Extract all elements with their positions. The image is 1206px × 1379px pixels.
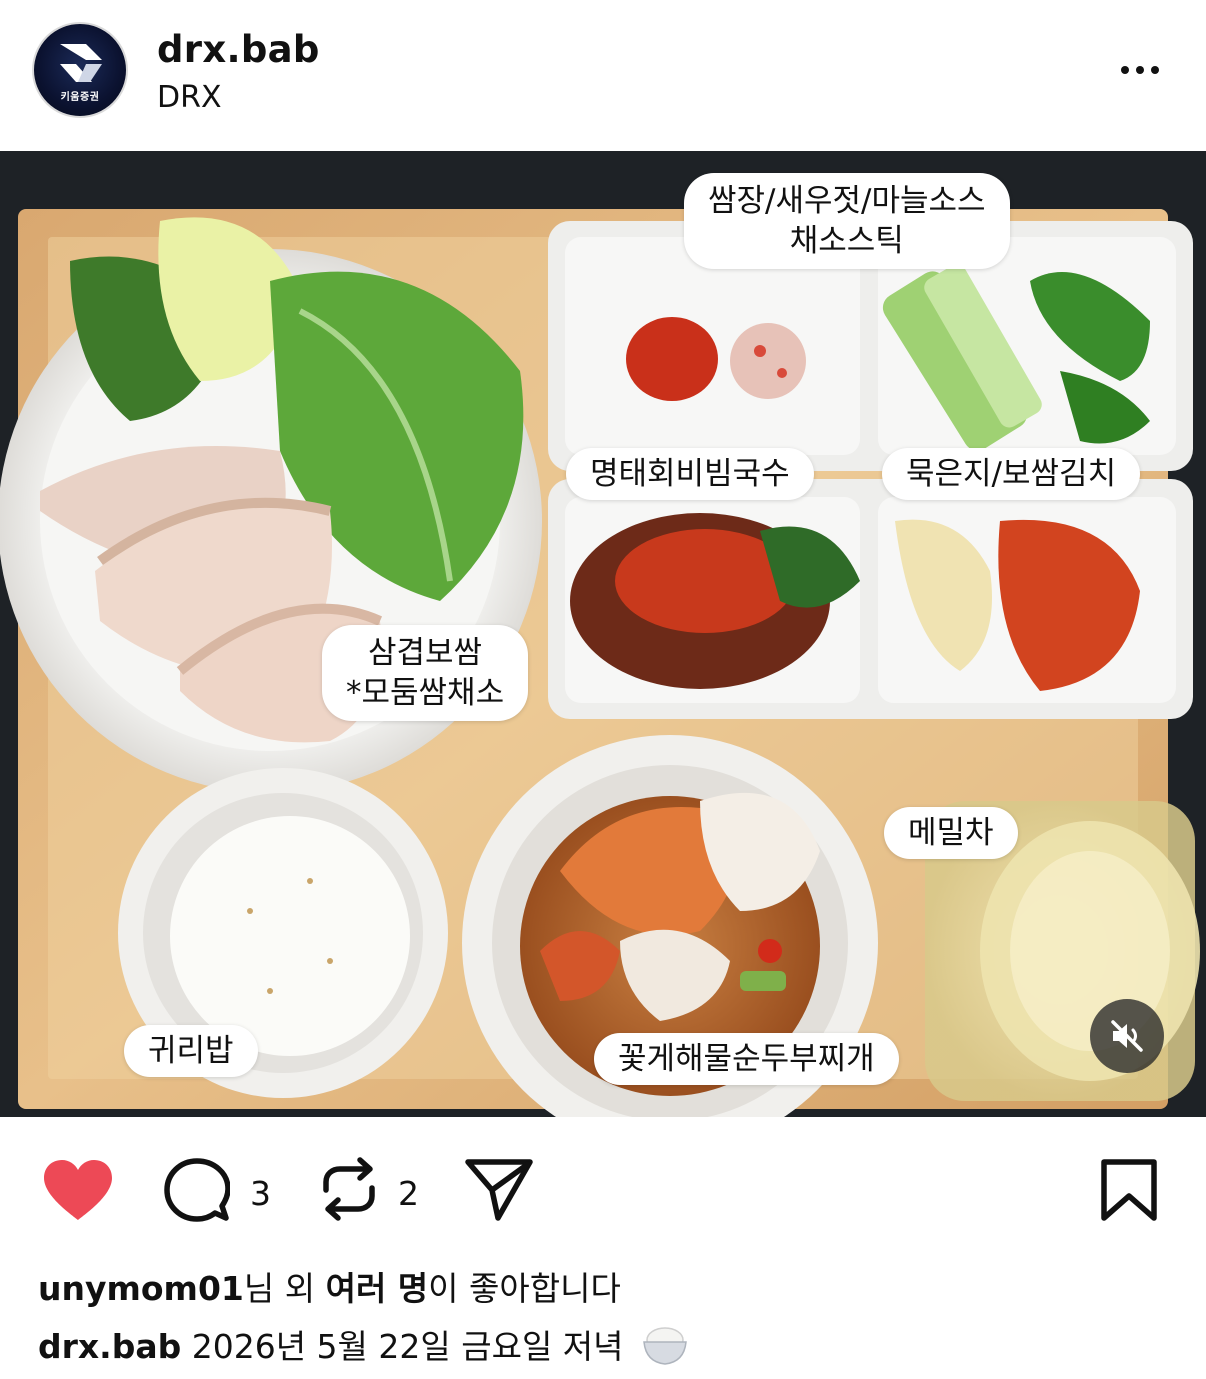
mute-button[interactable] xyxy=(1090,999,1164,1073)
like-button[interactable] xyxy=(42,1158,114,1226)
label-kimchi: 묵은지/보쌈김치 xyxy=(882,448,1141,500)
likes-mid-text: 님 외 xyxy=(243,1269,326,1308)
bookmark-icon xyxy=(1101,1159,1157,1221)
post-subtitle[interactable]: DRX xyxy=(157,80,222,115)
avatar[interactable]: 키움증권 xyxy=(32,22,128,118)
comment-count: 3 xyxy=(250,1174,271,1213)
repost-button[interactable] xyxy=(318,1156,380,1226)
send-paper-plane-icon xyxy=(465,1159,533,1221)
caption-text: 2026년 5월 22일 금요일 저녁 xyxy=(181,1327,624,1366)
liker-username[interactable]: unymom01 xyxy=(38,1269,244,1308)
post-caption: drx.bab 2026년 5월 22일 금요일 저녁 xyxy=(38,1320,688,1374)
avatar-caption: 키움증권 xyxy=(60,92,100,103)
label-rice: 귀리밥 xyxy=(124,1025,258,1077)
comment-bubble-icon xyxy=(164,1158,231,1222)
post-username[interactable]: drx.bab xyxy=(157,28,320,71)
post-actions: 3 2 xyxy=(0,1130,1206,1250)
label-tea: 메밀차 xyxy=(884,807,1018,859)
label-sauce: 쌈장/새우젓/마늘소스 채소스틱 xyxy=(684,173,1010,269)
repost-count: 2 xyxy=(398,1174,419,1213)
likes-tail-text: 이 좋아합니다 xyxy=(428,1269,621,1308)
heart-filled-icon xyxy=(44,1160,112,1220)
rice-bowl-emoji-icon xyxy=(642,1324,688,1374)
label-bossam: 삼겹보쌈 *모둠쌈채소 xyxy=(322,625,529,721)
label-stew: 꽃게해물순두부찌개 xyxy=(594,1033,899,1085)
more-horizontal-icon xyxy=(1121,66,1129,74)
post-photo[interactable]: 쌈장/새우젓/마늘소스 채소스틱 명태회비빔국수 묵은지/보쌈김치 삼겹보쌈 *… xyxy=(0,151,1206,1117)
likes-others[interactable]: 여러 명 xyxy=(326,1269,429,1308)
label-noodles: 명태회비빔국수 xyxy=(566,448,814,500)
post-header: 키움증권 drx.bab DRX xyxy=(0,0,1206,150)
save-button[interactable] xyxy=(1100,1158,1158,1226)
repost-arrows-icon xyxy=(323,1157,375,1221)
share-button[interactable] xyxy=(464,1158,534,1226)
drx-logo-icon xyxy=(60,44,102,82)
more-options-button[interactable] xyxy=(1110,52,1170,88)
food-tray-illustration xyxy=(0,151,1206,1117)
speaker-muted-icon xyxy=(1111,1020,1143,1052)
caption-username[interactable]: drx.bab xyxy=(38,1327,181,1366)
likes-summary[interactable]: unymom01님 외 여러 명이 좋아합니다 xyxy=(38,1262,621,1310)
comment-button[interactable] xyxy=(164,1158,231,1226)
